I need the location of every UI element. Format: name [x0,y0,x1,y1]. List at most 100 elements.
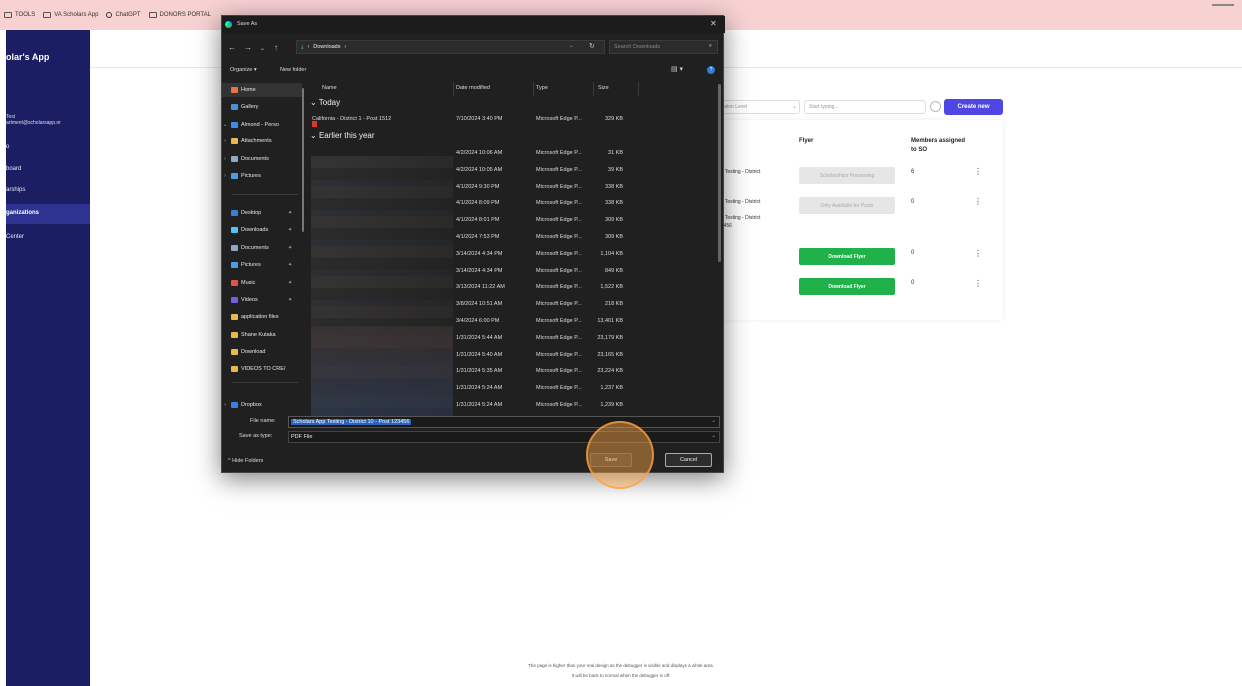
column-divider[interactable] [638,82,639,96]
column-header-date[interactable]: Date modified [456,85,490,91]
folder-icon [231,366,238,372]
chevron-down-icon[interactable]: ⌄ [711,418,716,424]
bookmark-item[interactable]: TOOLS [4,12,35,18]
chevron-down-icon[interactable]: ⌄ [569,43,574,49]
nav-item[interactable]: Pictures ✦ [222,258,302,272]
nav-item[interactable]: ⌄ Almond - Perso [222,118,302,132]
kebab-menu-icon[interactable]: ⋮ [974,197,982,206]
nav-item[interactable]: Desktop ✦ [222,206,302,220]
nav-item[interactable]: Downloads ✦ [222,223,302,237]
recent-chevron-icon[interactable]: ⌄ [260,45,265,52]
column-divider[interactable] [593,82,594,96]
nav-item[interactable]: Shane Kutaka [222,328,302,342]
app-brand[interactable]: olar's App [6,52,49,62]
up-icon[interactable]: ↑ [274,43,278,52]
expand-chevron-icon[interactable]: › [222,138,228,144]
bookmark-item[interactable]: ChatGPT [106,12,141,18]
create-new-button[interactable]: Create new [944,99,1003,115]
kebab-menu-icon[interactable]: ⋮ [974,167,982,176]
nav-item[interactable]: Gallery [222,100,302,114]
view-options-icon[interactable]: ▤ ▾ [671,65,683,73]
sidebar-item-organizations[interactable]: ganizations [6,204,90,224]
file-list-scrollbar[interactable] [718,84,721,262]
nav-item[interactable]: Home [222,83,302,97]
row-name: pp Testing - District [718,169,761,175]
address-bar[interactable]: ⤓ › Downloads › ⌄ ↻ [296,40,605,54]
file-name-input[interactable]: Scholars App Testing - District 10 - Pos… [288,416,720,428]
expand-chevron-icon[interactable]: › [222,402,228,408]
nav-item[interactable]: application files [222,310,302,324]
filter-level-select[interactable]: ation Level [718,100,800,114]
bookmark-item[interactable]: DONORS PORTAL [148,12,211,18]
new-folder-button[interactable]: New folder [280,67,306,73]
nav-item-label: Attachments [241,138,272,144]
group-header-today[interactable]: ⌄ Today [310,98,340,107]
column-header-size[interactable]: Size [598,85,609,91]
sidebar-item-dashboard[interactable]: board [6,166,21,172]
nav-item[interactable]: › Attachments [222,134,302,148]
column-header-name[interactable]: Name [322,85,337,91]
column-header-type[interactable]: Type [536,85,548,91]
download-flyer-button[interactable]: Download Flyer [799,248,895,265]
user-info: Test artment@scholarsapp.or [6,114,61,126]
desktop-icon [231,210,238,216]
back-icon[interactable]: ← [228,43,236,52]
file-type: Microsoft Edge P... [536,301,582,308]
nav-item-label: Download [241,349,266,355]
nav-item-label: Desktop [241,210,262,216]
bookmark-label: DONORS PORTAL [159,12,211,18]
organize-menu[interactable]: Organize ▾ [230,67,257,73]
kebab-menu-icon[interactable]: ⋮ [974,249,982,258]
file-type: Microsoft Edge P... [536,166,582,173]
nav-item[interactable]: Videos ✦ [222,293,302,307]
download-flyer-button[interactable]: Download Flyer [799,278,895,295]
group-header-earlier[interactable]: ⌄ Earlier this year [310,131,375,140]
file-row[interactable]: California - District 1 - Post 1512 7/10/… [308,111,716,128]
file-date: 1/31/2024 5:44 AM [456,334,503,341]
file-date: 1/31/2024 5:35 AM [456,368,503,375]
hide-folders-button[interactable]: ^ Hide Folders [228,458,263,464]
pin-icon: ✦ [288,227,293,233]
forward-icon[interactable]: → [244,43,252,52]
nav-item[interactable]: Documents ✦ [222,241,302,255]
column-divider[interactable] [533,82,534,96]
dialog-titlebar[interactable]: Save As ✕ [222,16,725,33]
nav-item[interactable]: VIDEOS TO CRE/ [222,362,302,376]
file-size: 1,104 KB [600,250,623,257]
resize-grip-icon[interactable]: ⋰ [717,466,722,472]
expand-chevron-icon[interactable]: ⌄ [222,122,228,128]
column-divider[interactable] [453,82,454,96]
sidebar-item-0[interactable]: o [6,144,9,150]
save-type-select[interactable]: PDF File ⌄ [288,431,720,443]
clear-search-icon[interactable] [930,101,941,112]
file-type: Microsoft Edge P... [536,234,582,240]
nav-item[interactable]: Music ✦ [222,276,302,290]
documents-icon [231,245,238,251]
search-input[interactable]: Start typing... [804,100,926,114]
search-input[interactable]: Search Downloads ⌕ [609,40,718,54]
refresh-icon[interactable]: ↻ [589,42,595,50]
expand-chevron-icon[interactable]: › [222,156,228,162]
kebab-menu-icon[interactable]: ⋮ [974,279,982,288]
help-icon[interactable]: ? [707,66,715,74]
column-header-flyer: Flyer [799,138,814,144]
nav-item-label: Pictures [241,173,261,179]
close-icon[interactable]: ✕ [710,19,717,28]
file-date: 3/4/2024 6:00 PM [456,318,500,324]
row-name-line: pp Testing - District [718,215,761,221]
expand-chevron-icon[interactable]: › [222,173,228,179]
bookmark-item[interactable]: VA Scholars App [43,12,98,18]
nav-item[interactable]: › Pictures [222,169,302,183]
nav-item[interactable]: › Dropbox [222,398,302,412]
breadcrumb[interactable]: Downloads [313,44,340,50]
cancel-button[interactable]: Cancel [665,453,712,467]
nav-item[interactable]: Download [222,345,302,359]
nav-item[interactable]: › Documents [222,152,302,166]
chevron-down-icon: ⌄ [310,131,317,140]
nav-scrollbar[interactable] [302,88,304,232]
file-date: 4/1/2024 7:53 PM [456,234,500,240]
file-size: 31 KB [608,150,623,156]
sidebar-item-center[interactable]: Center [6,234,24,240]
sidebar-item-scholarships[interactable]: arships [6,187,25,193]
file-type: Microsoft Edge P... [536,351,582,358]
